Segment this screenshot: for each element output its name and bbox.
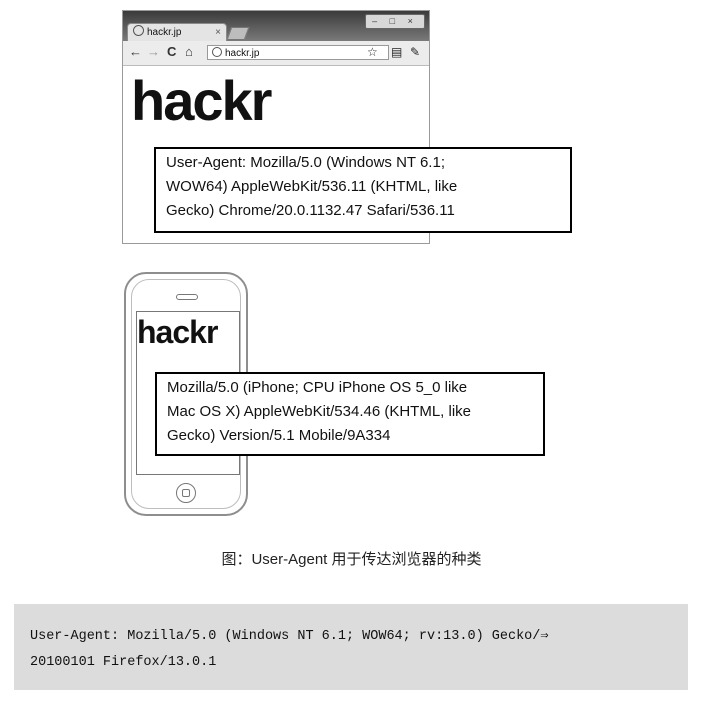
code-block: User-Agent: Mozilla/5.0 (Windows NT 6.1;… bbox=[14, 604, 688, 690]
home-icon: ⌂ bbox=[185, 44, 193, 59]
globe-icon bbox=[133, 25, 144, 36]
page-menu-icon: ▤ bbox=[391, 45, 403, 59]
home-button-icon bbox=[176, 483, 196, 503]
star-icon: ☆ bbox=[367, 45, 378, 59]
tab-title: hackr.jp bbox=[147, 27, 182, 38]
browser-tab: hackr.jp × bbox=[127, 23, 227, 42]
globe-icon bbox=[212, 47, 222, 57]
desktop-ua-line: Gecko) Chrome/20.0.1132.47 Safari/536.11 bbox=[166, 202, 455, 219]
browser-tabstrip: hackr.jp × – □ × bbox=[123, 11, 429, 42]
desktop-ua-line: WOW64) AppleWebKit/536.11 (KHTML, like bbox=[166, 178, 458, 195]
browser-toolbar: ← → C ⌂ hackr.jp ☆ ▤ ✎ bbox=[123, 41, 429, 66]
hackr-logo-small: hackr bbox=[137, 314, 218, 350]
code-line: 20100101 Firefox/13.0.1 bbox=[30, 655, 217, 670]
window-controls: – □ × bbox=[365, 14, 425, 29]
desktop-user-agent-box: User-Agent: Mozilla/5.0 (Windows NT 6.1;… bbox=[154, 147, 572, 233]
back-arrow-icon: ← bbox=[129, 44, 142, 59]
reload-icon: C bbox=[167, 44, 177, 59]
hackr-logo-large: hackr bbox=[131, 69, 272, 132]
address-bar-url: hackr.jp bbox=[225, 48, 260, 59]
new-tab-button bbox=[226, 27, 250, 40]
figure-caption: 图：User-Agent 用于传达浏览器的种类 bbox=[221, 551, 482, 568]
address-bar: hackr.jp bbox=[207, 45, 389, 60]
mobile-ua-line: Gecko) Version/5.1 Mobile/9A334 bbox=[167, 427, 391, 444]
mobile-ua-line: Mozilla/5.0 (iPhone; CPU iPhone OS 5_0 l… bbox=[167, 379, 468, 396]
desktop-ua-line: User-Agent: Mozilla/5.0 (Windows NT 6.1; bbox=[166, 154, 445, 171]
mobile-ua-line: Mac OS X) AppleWebKit/534.46 (KHTML, lik… bbox=[167, 403, 472, 420]
phone-speaker bbox=[176, 294, 198, 300]
tab-close-icon: × bbox=[215, 27, 221, 38]
wrench-icon: ✎ bbox=[410, 45, 421, 59]
forward-arrow-icon: → bbox=[147, 44, 160, 59]
mobile-user-agent-box: Mozilla/5.0 (iPhone; CPU iPhone OS 5_0 l… bbox=[155, 372, 545, 456]
code-line: User-Agent: Mozilla/5.0 (Windows NT 6.1;… bbox=[30, 629, 549, 644]
